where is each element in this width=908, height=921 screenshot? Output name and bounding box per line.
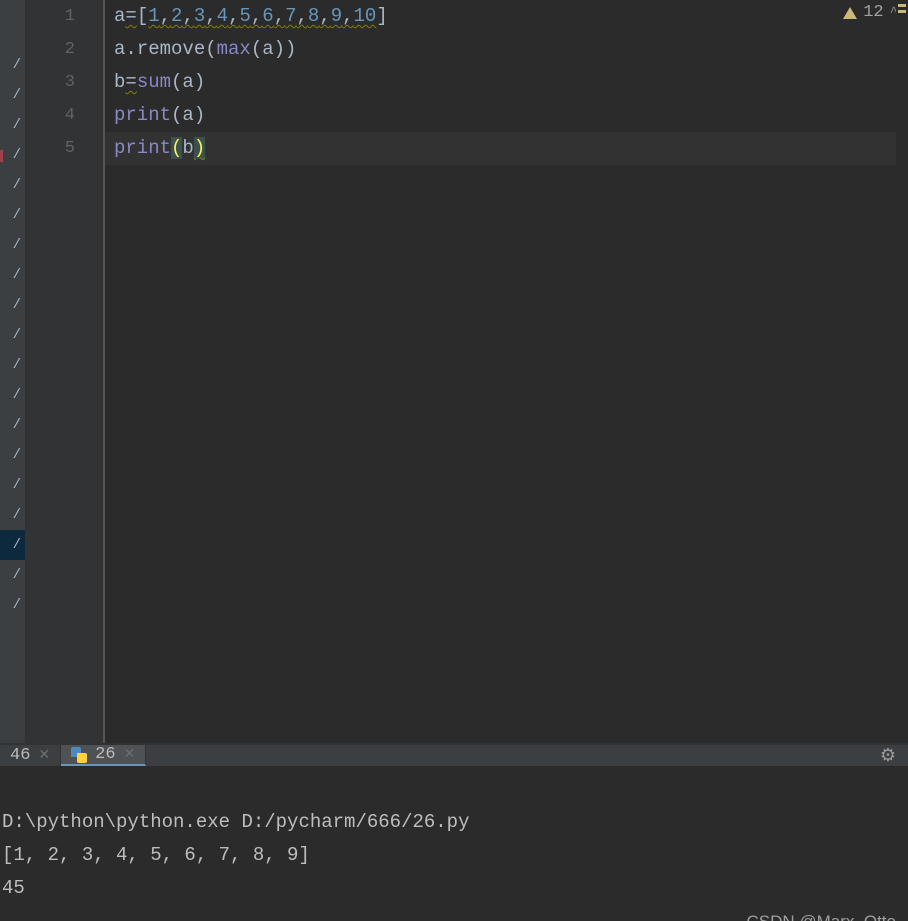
- tree-item[interactable]: /: [0, 440, 25, 470]
- tree-item[interactable]: /: [0, 170, 25, 200]
- tree-item[interactable]: /: [0, 50, 25, 80]
- inspection-widget[interactable]: 12 ^: [843, 3, 898, 22]
- warning-icon: [843, 7, 857, 19]
- stripe-mark[interactable]: [898, 4, 906, 7]
- close-icon[interactable]: ✕: [124, 746, 136, 763]
- console-output: [1, 2, 3, 4, 5, 6, 7, 8, 9]: [2, 844, 310, 866]
- tree-item-selected[interactable]: /: [0, 530, 25, 560]
- run-tab[interactable]: 46 ✕: [0, 745, 61, 766]
- tree-item[interactable]: /: [0, 500, 25, 530]
- error-stripe[interactable]: [896, 0, 908, 743]
- tree-item[interactable]: /: [0, 560, 25, 590]
- tree-item[interactable]: /: [0, 590, 25, 620]
- tree-item[interactable]: /: [0, 200, 25, 230]
- tree-item[interactable]: /: [0, 290, 25, 320]
- code-editor[interactable]: 1 2 3 4 5 a=[1,2,3,4,5,6,7,8,9,10] a.rem…: [26, 0, 908, 743]
- tree-item[interactable]: /: [0, 350, 25, 380]
- run-tab-bar: 46 ✕ 26 ✕ ⚙: [0, 745, 908, 767]
- code-line[interactable]: a.remove(max(a)): [114, 33, 908, 66]
- tree-item[interactable]: /: [0, 230, 25, 260]
- code-line[interactable]: print(a): [114, 99, 908, 132]
- line-number: 1: [26, 0, 103, 33]
- code-line-current[interactable]: print(b): [105, 132, 908, 165]
- watermark: CSDN @Marx_Otto: [746, 905, 896, 921]
- line-number: 2: [26, 33, 103, 66]
- line-number-gutter: 1 2 3 4 5: [26, 0, 104, 743]
- line-number: 5: [26, 132, 103, 165]
- line-number: 3: [26, 66, 103, 99]
- tree-item[interactable]: py: [0, 648, 25, 676]
- tab-label: 26: [95, 745, 115, 764]
- close-icon[interactable]: ✕: [38, 747, 50, 764]
- code-area[interactable]: a=[1,2,3,4,5,6,7,8,9,10] a.remove(max(a)…: [104, 0, 908, 743]
- tree-item[interactable]: /: [0, 80, 25, 110]
- project-tree-items: / / / / / / / / / / / / / / / / / / / ch…: [0, 50, 25, 725]
- tree-item[interactable]: /: [0, 410, 25, 440]
- tree-item[interactable]: /: [0, 110, 25, 140]
- python-icon: [71, 747, 87, 763]
- stripe-mark[interactable]: [898, 10, 906, 13]
- gear-icon[interactable]: ⚙: [880, 745, 896, 767]
- line-number: 4: [26, 99, 103, 132]
- tree-item[interactable]: 和扫: [0, 697, 25, 725]
- tree-item[interactable]: /: [0, 470, 25, 500]
- project-tree[interactable]: / / / / / / / / / / / / / / / / / / / ch…: [0, 0, 26, 743]
- code-line[interactable]: a=[1,2,3,4,5,6,7,8,9,10]: [114, 0, 908, 33]
- code-line[interactable]: b=sum(a): [114, 66, 908, 99]
- tree-item[interactable]: /: [0, 140, 25, 170]
- tab-label: 46: [10, 746, 30, 765]
- tree-item[interactable]: /: [0, 380, 25, 410]
- editor-pane: / / / / / / / / / / / / / / / / / / / ch…: [0, 0, 908, 743]
- tree-item[interactable]: /: [0, 320, 25, 350]
- tree-item[interactable]: /: [0, 260, 25, 290]
- warning-count: 12: [863, 3, 883, 22]
- console-output: 45: [2, 877, 25, 899]
- tree-item[interactable]: ch.p: [0, 620, 25, 648]
- run-tab-active[interactable]: 26 ✕: [61, 745, 146, 766]
- console-command: D:\python\python.exe D:/pycharm/666/26.p…: [2, 811, 469, 833]
- run-console[interactable]: D:\python\python.exe D:/pycharm/666/26.p…: [0, 767, 908, 921]
